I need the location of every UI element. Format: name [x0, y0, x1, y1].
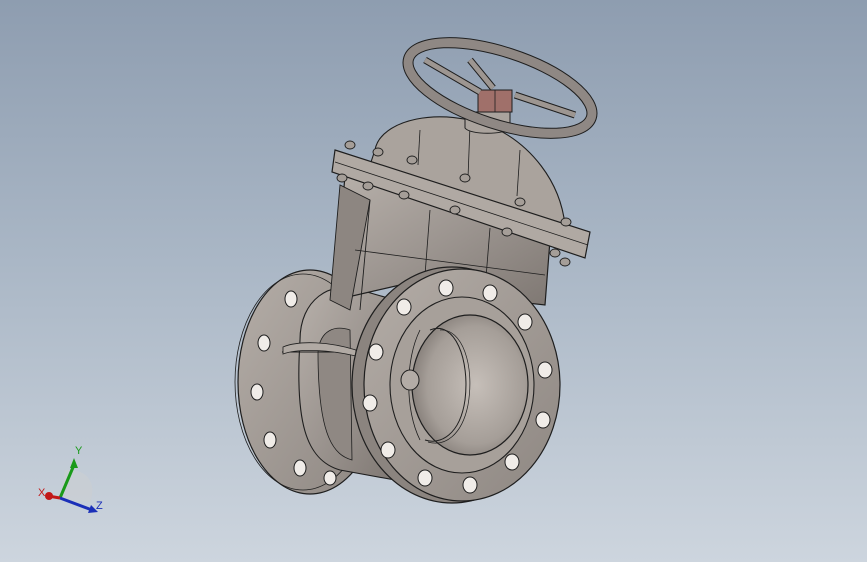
x-axis-label: X	[38, 487, 46, 499]
y-axis-label: Y	[75, 445, 83, 457]
outlet-flange	[351, 266, 561, 504]
graphics-viewport[interactable]: Y X Z	[0, 0, 867, 562]
z-axis-label: Z	[96, 500, 103, 512]
gate-valve-model[interactable]	[0, 0, 867, 562]
coordinate-triad: Y X Z	[38, 445, 103, 513]
